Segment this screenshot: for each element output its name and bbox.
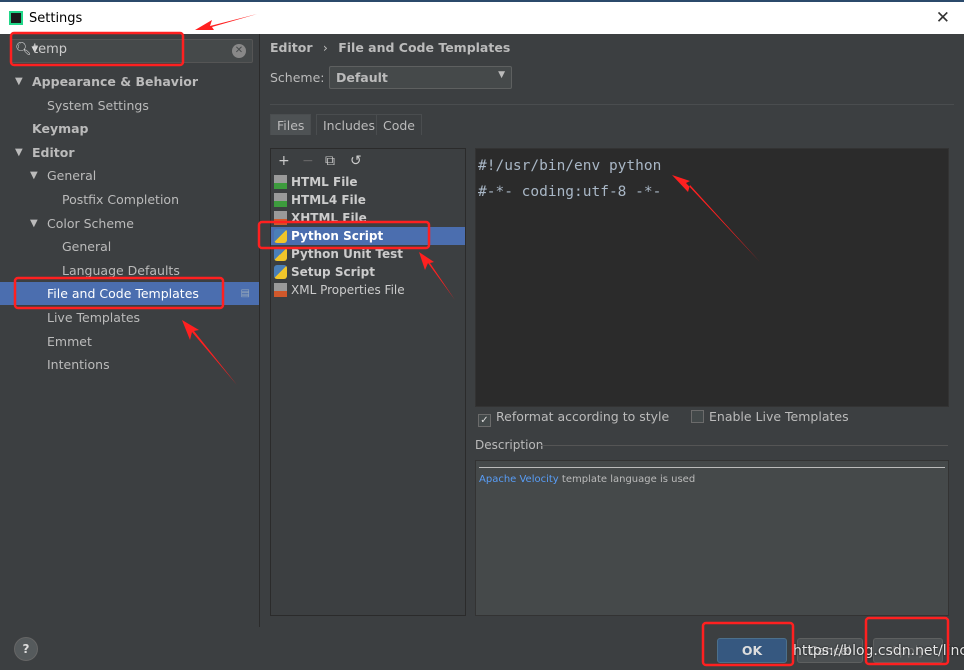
template-label: HTML4 File	[291, 193, 366, 207]
code-line: #!/usr/bin/env python	[478, 158, 662, 174]
sidebar-item[interactable]: System Settings	[0, 94, 259, 117]
expand-arrow-icon[interactable]: ▼	[15, 70, 23, 93]
description-label: Description	[475, 438, 544, 452]
python-icon	[274, 247, 287, 261]
template-item[interactable]: HTML File	[271, 173, 465, 191]
clear-search-icon[interactable]: ✕	[232, 44, 246, 58]
close-icon[interactable]: ✕	[936, 8, 950, 28]
sidebar-item[interactable]: ▼ Editor	[0, 141, 259, 164]
reformat-checkbox[interactable]: ✓ Reformat according to style	[478, 409, 669, 427]
reformat-label: Reformat according to style	[496, 409, 670, 424]
sidebar-item-label: Appearance & Behavior	[32, 74, 198, 89]
template-editor[interactable]: #!/usr/bin/env python #-*- coding:utf-8 …	[475, 148, 949, 407]
sidebar-item[interactable]: Language Defaults	[0, 259, 259, 282]
sidebar-item-label: General	[47, 168, 97, 184]
template-label: Setup Script	[291, 265, 375, 279]
template-label: HTML File	[291, 175, 358, 189]
live-templates-checkbox[interactable]: Enable Live Templates	[691, 409, 849, 424]
breadcrumb-parent: Editor	[270, 40, 313, 55]
template-label: Python Unit Test	[291, 247, 404, 261]
button-bar: ? OK Cancel Apply https://blog.csdn.net/…	[0, 627, 964, 670]
live-templates-label: Enable Live Templates	[709, 409, 849, 424]
checkbox-icon	[691, 410, 704, 423]
pycharm-logo-icon	[9, 11, 23, 25]
template-item[interactable]: Setup Script	[271, 263, 465, 281]
breadcrumb-current: File and Code Templates	[338, 40, 511, 55]
description-text: template language is used	[558, 474, 696, 485]
template-item[interactable]: HTML4 File	[271, 191, 465, 209]
project-scope-icon: ▤	[240, 288, 250, 300]
sidebar-item-label: File and Code Templates	[47, 286, 199, 302]
sidebar-item-label: Color Scheme	[47, 215, 134, 231]
expand-arrow-icon[interactable]: ▼	[30, 164, 38, 187]
sidebar-item[interactable]: Emmet	[0, 330, 259, 353]
sidebar-item[interactable]: ▼ General	[0, 164, 259, 187]
sidebar-item[interactable]: Keymap	[0, 117, 259, 140]
search-field[interactable]: 🔍︎▾ ✕	[10, 39, 253, 63]
breadcrumb-separator: ›	[322, 40, 328, 55]
title-bar: Settings ✕	[0, 0, 964, 34]
divider	[541, 445, 948, 446]
tab-files[interactable]: Files	[270, 114, 312, 135]
python-icon	[274, 229, 287, 243]
sidebar-item[interactable]: File and Code Templates ▤	[0, 282, 259, 306]
settings-sidebar: 🔍︎▾ ✕ ▼ Appearance & Behavior System Setti…	[0, 34, 260, 627]
scheme-select[interactable]: Default ▼	[329, 66, 512, 89]
sidebar-item-label: Live Templates	[47, 310, 141, 325]
html-file-icon	[274, 175, 287, 189]
sidebar-item[interactable]: ▼ Color Scheme	[0, 212, 259, 235]
reset-icon[interactable]: ↺	[350, 153, 362, 169]
add-icon[interactable]: +	[278, 153, 290, 169]
description-box: Apache Velocity template language is use…	[475, 460, 949, 616]
copy-icon[interactable]: ⧉	[325, 153, 335, 169]
scheme-value: Default	[336, 70, 388, 85]
sidebar-item-label: Language Defaults	[62, 262, 180, 278]
sidebar-item[interactable]: General	[0, 235, 259, 258]
main-panel: Editor › File and Code Templates Scheme:…	[260, 34, 964, 627]
sidebar-item[interactable]: Postfix Completion	[0, 188, 259, 211]
chevron-down-icon: ▼	[498, 70, 505, 80]
sidebar-item-label: Editor	[32, 144, 75, 160]
search-input[interactable]	[33, 42, 223, 57]
sidebar-item[interactable]: Live Templates	[0, 306, 259, 329]
scheme-label: Scheme:	[270, 70, 325, 85]
sidebar-item-label: System Settings	[47, 97, 149, 113]
python-icon	[274, 265, 287, 279]
remove-icon[interactable]: −	[302, 153, 314, 169]
checkbox-checked-icon: ✓	[478, 414, 491, 427]
html-file-icon	[274, 193, 287, 207]
help-button[interactable]: ?	[14, 637, 38, 661]
window-title: Settings	[29, 11, 83, 26]
expand-arrow-icon[interactable]: ▼	[15, 141, 23, 164]
template-item[interactable]: XHTML File	[271, 209, 465, 227]
xhtml-file-icon	[274, 211, 287, 225]
breadcrumb: Editor › File and Code Templates	[270, 40, 510, 55]
divider	[270, 104, 954, 105]
template-item[interactable]: Python Unit Test	[271, 245, 465, 263]
sidebar-item[interactable]: Intentions	[0, 353, 259, 376]
tab-code[interactable]: Code	[376, 114, 423, 135]
ok-button[interactable]: OK	[717, 638, 787, 663]
code-line: #-*- coding:utf-8 -*-	[478, 184, 662, 200]
sidebar-item-label: Intentions	[47, 357, 110, 373]
sidebar-item-label: Postfix Completion	[62, 192, 179, 207]
tab-includes[interactable]: Includes	[316, 114, 383, 135]
expand-arrow-icon[interactable]: ▼	[30, 212, 38, 235]
template-item[interactable]: XML Properties File	[271, 281, 465, 299]
apache-velocity-link[interactable]: Apache Velocity	[479, 474, 559, 485]
xml-file-icon	[274, 283, 287, 297]
sidebar-item-label: Emmet	[47, 333, 92, 349]
template-label: XHTML File	[291, 211, 367, 225]
template-label: XML Properties File	[291, 283, 405, 297]
template-list: + − ⧉ ↺ HTML File HTML4 File XHTML File Pyt…	[270, 148, 466, 616]
template-item[interactable]: Python Script	[271, 227, 465, 245]
sidebar-item[interactable]: ▼ Appearance & Behavior	[0, 70, 259, 93]
sidebar-item-label: General	[62, 239, 112, 255]
template-label: Python Script	[291, 229, 384, 243]
sidebar-item-label: Keymap	[32, 121, 89, 137]
watermark: https://blog.csdn.net/lincoco49	[793, 643, 964, 659]
